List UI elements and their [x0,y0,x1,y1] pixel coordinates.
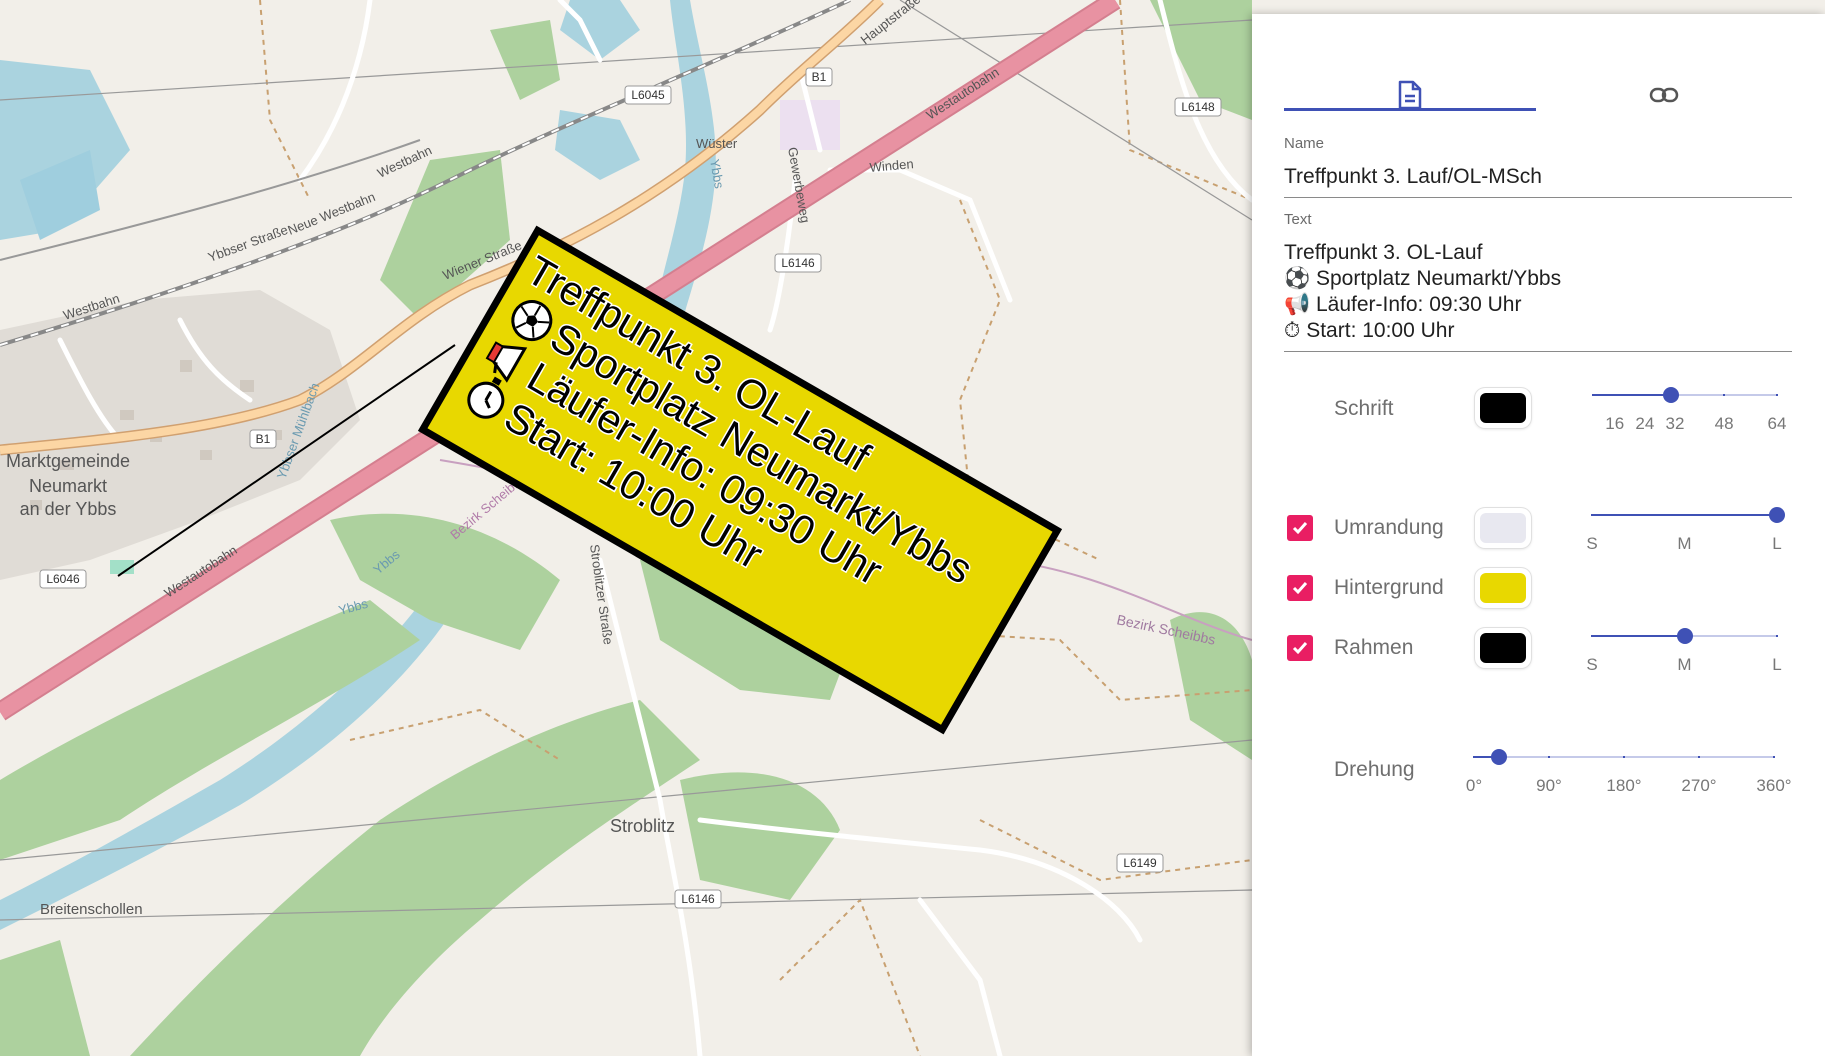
slider-thumb[interactable] [1663,387,1680,403]
place-label: Breitenschollen [40,901,143,918]
outline-checkbox[interactable] [1287,515,1313,541]
properties-panel: Name Treffpunkt 3. Lauf/OL-MSch Text Tre… [1252,14,1825,1056]
checkmark-icon [1292,522,1308,535]
name-field[interactable]: Treffpunkt 3. Lauf/OL-MSch [1284,164,1792,190]
link-icon [1649,87,1679,103]
place-label: Marktgemeinde [6,451,130,471]
frame-label: Rahmen [1334,636,1414,659]
shield-label: L6148 [1181,100,1215,114]
slider-thumb[interactable] [1769,507,1785,523]
tab-text[interactable] [1284,64,1536,126]
shield-label: L6149 [1123,856,1157,870]
slider-tick [1698,756,1700,758]
shield-label: B1 [812,70,827,84]
name-field-underline [1284,197,1792,198]
font-label: Schrift [1334,397,1394,420]
slider-tick-label: 90° [1536,776,1562,795]
slider-tick-label: 16 [1605,414,1625,433]
slider-tick [1683,514,1686,516]
slider-tick-label: L [1772,655,1782,674]
slider-tick [1776,394,1778,396]
slider-tick [1548,756,1550,758]
slider-tick-label: 64 [1767,414,1787,433]
slider-fill [1592,394,1672,396]
frame-color-swatch[interactable] [1475,628,1531,668]
checkmark-icon [1292,582,1308,595]
shield-label: L6146 [781,256,815,270]
text-field-line: Treffpunkt 3. OL-Lauf [1284,241,1483,264]
slider-tick [1643,394,1646,396]
slider-tick-label: 48 [1714,414,1734,433]
slider-tick-label: M [1677,655,1692,674]
slider-tick [1617,394,1620,396]
slider-tick-label: M [1677,534,1692,553]
font-size-slider[interactable]: 16 24 32 48 64 [1592,380,1786,433]
name-field-label: Name [1284,135,1325,152]
background-label: Hintergrund [1334,576,1444,599]
outline-label: Umrandung [1334,516,1444,539]
slider-tick-label: S [1586,655,1598,674]
text-field-line: ⚽ Sportplatz Neumarkt/Ybbs [1284,267,1562,290]
slider-tick-label: 180° [1606,776,1642,795]
slider-tick [1623,756,1625,758]
slider-tick [1723,394,1726,396]
slider-fill [1592,635,1685,637]
text-field-label: Text [1284,211,1312,228]
slider-tick-label: 360° [1756,776,1792,795]
text-field-line: ⏱ Start: 10:00 Uhr [1284,319,1455,342]
checkmark-icon [1292,642,1308,655]
rotation-label: Drehung [1334,758,1415,781]
shield-label: L6146 [681,892,715,906]
slider-tick-label: 32 [1665,414,1685,433]
slider-tick [1773,756,1775,758]
place-label: an der Ybbs [20,499,117,519]
background-color-swatch[interactable] [1475,568,1531,608]
slider-tick [1591,514,1593,516]
slider-tick-label: 0° [1465,776,1483,795]
slider-tick [1473,756,1475,758]
slider-tick [1776,635,1778,637]
outline-color-swatch[interactable] [1475,508,1531,548]
document-icon [1398,80,1422,110]
frame-color-fill [1480,633,1526,663]
tab-link[interactable] [1536,64,1792,126]
frame-checkbox[interactable] [1287,635,1313,661]
slider-thumb[interactable] [1491,749,1507,765]
slider-tick-label: 270° [1681,776,1717,795]
slider-thumb[interactable] [1676,628,1693,644]
text-field-underline [1284,351,1792,352]
text-field-line: 📢 Läufer-Info: 09:30 Uhr [1284,293,1522,316]
place-label: Neumarkt [29,476,107,496]
shield-label: B1 [256,432,271,446]
outline-width-slider[interactable]: SML [1586,500,1785,553]
rotation-slider[interactable]: 0° 90° 180° 270° 360° [1466,742,1792,795]
text-field[interactable]: Treffpunkt 3. OL-Lauf ⚽ Sportplatz Neuma… [1284,240,1792,360]
shield-label: L6046 [46,572,80,586]
outline-color-fill [1480,513,1526,543]
shield-label: L6045 [631,88,665,102]
background-color-fill [1480,573,1526,603]
background-checkbox[interactable] [1287,575,1313,601]
font-color-swatch[interactable] [1475,388,1531,428]
font-color-fill [1480,393,1526,423]
active-tab-indicator [1284,108,1536,111]
frame-width-slider[interactable]: SML [1586,621,1782,674]
slider-tick-label: S [1586,534,1598,553]
place-label: Stroblitz [610,816,675,836]
slider-tick-label: L [1772,534,1782,553]
place-label: Wüster [696,136,738,151]
slider-tick-label: 24 [1635,414,1655,433]
slider-tick [1591,635,1593,637]
